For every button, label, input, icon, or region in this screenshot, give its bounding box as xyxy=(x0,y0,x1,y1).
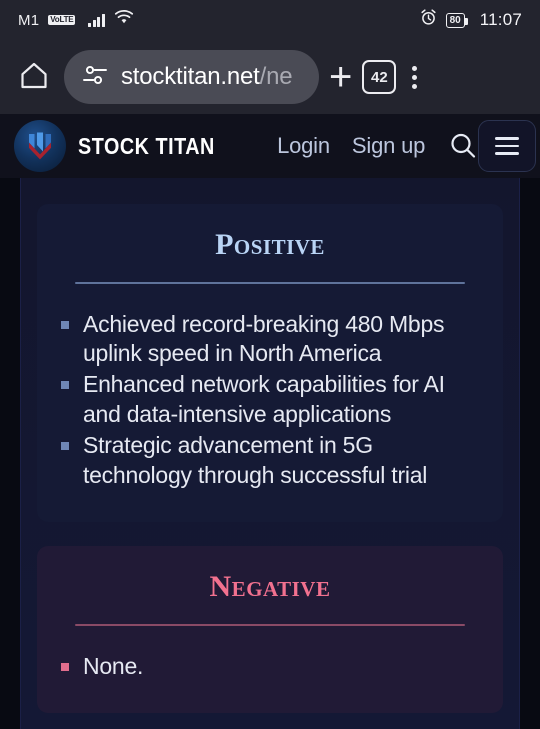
negative-card-list: None. xyxy=(61,652,479,681)
positive-card: Positive Achieved record-breaking 480 Mb… xyxy=(37,204,503,523)
signup-link[interactable]: Sign up xyxy=(352,133,425,159)
url-text: stocktitan.net/ne xyxy=(121,63,293,91)
bullet-icon xyxy=(61,320,69,329)
login-link[interactable]: Login xyxy=(277,133,330,159)
brand-name[interactable]: STOCK TITAN xyxy=(78,133,215,160)
three-dot-menu-icon[interactable] xyxy=(406,65,423,89)
bullet-icon xyxy=(61,381,69,390)
signal-bars-icon xyxy=(88,13,105,27)
clock-label: 11:07 xyxy=(479,10,522,29)
list-item-text: Strategic advancement in 5G technology t… xyxy=(83,432,428,488)
negative-card-divider xyxy=(75,624,465,626)
positive-card-divider xyxy=(75,282,465,284)
header-nav: Login Sign up xyxy=(277,133,425,159)
stock-titan-logo-icon[interactable] xyxy=(14,120,66,172)
search-icon[interactable] xyxy=(447,130,479,162)
status-bar: M1 VoLTE 80 11:07 xyxy=(0,0,540,40)
positive-card-title: Positive xyxy=(215,228,325,261)
list-item: Strategic advancement in 5G technology t… xyxy=(61,431,479,490)
phone-screen: M1 VoLTE 80 11:07 stocktitan.net/ne + 42… xyxy=(0,0,540,729)
list-item: Enhanced network capabilities for AI and… xyxy=(61,370,479,429)
tune-icon[interactable] xyxy=(82,64,108,91)
tab-counter-button[interactable]: 42 xyxy=(362,60,397,94)
content-column: Positive Achieved record-breaking 480 Mb… xyxy=(20,178,520,729)
hamburger-menu-icon[interactable] xyxy=(478,120,536,172)
page-body: Positive Achieved record-breaking 480 Mb… xyxy=(0,178,540,729)
status-bar-right: 80 11:07 xyxy=(420,9,522,31)
url-bar[interactable]: stocktitan.net/ne xyxy=(64,50,319,104)
list-item: None. xyxy=(61,652,479,681)
negative-card: Negative None. xyxy=(37,546,503,714)
bullet-icon xyxy=(61,662,69,671)
bullet-icon xyxy=(61,442,69,451)
status-bar-left: M1 VoLTE xyxy=(18,10,420,30)
negative-card-title: Negative xyxy=(209,570,331,604)
wifi-icon xyxy=(114,10,134,30)
list-item: Achieved record-breaking 480 Mbps uplink… xyxy=(61,310,479,369)
list-item-text: Enhanced network capabilities for AI and… xyxy=(83,371,445,427)
url-host: stocktitan.net xyxy=(121,63,260,90)
carrier-label: M1 xyxy=(18,11,40,29)
browser-toolbar: stocktitan.net/ne + 42 xyxy=(0,40,540,114)
home-icon[interactable] xyxy=(14,59,54,96)
list-item-text: Achieved record-breaking 480 Mbps uplink… xyxy=(83,310,445,366)
positive-card-list: Achieved record-breaking 480 Mbps uplink… xyxy=(61,310,479,491)
battery-indicator: 80 xyxy=(445,12,468,28)
url-path: /ne xyxy=(259,63,293,90)
volte-badge: VoLTE xyxy=(48,14,76,26)
site-header: STOCK TITAN Login Sign up xyxy=(0,114,540,178)
plus-icon[interactable]: + xyxy=(329,57,352,97)
alarm-clock-icon xyxy=(420,9,437,31)
list-item-text: None. xyxy=(83,652,144,679)
